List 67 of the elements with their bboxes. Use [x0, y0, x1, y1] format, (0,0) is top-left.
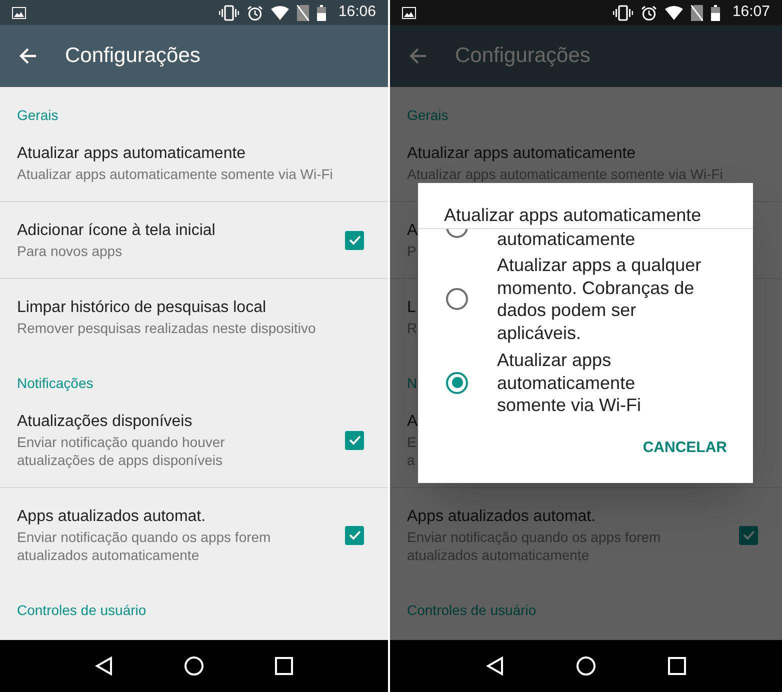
cancel-button[interactable]: CANCELAR — [634, 431, 735, 466]
home-icon[interactable] — [576, 656, 596, 676]
checkbox[interactable] — [345, 230, 364, 250]
screen-title: Configurações — [65, 43, 200, 70]
recents-icon[interactable] — [274, 657, 293, 675]
setting-row[interactable]: Atualizações disponíveis Enviar notificação quando houver atualizações de apps disponíveis — [0, 403, 388, 488]
checkbox[interactable] — [739, 526, 758, 544]
setting-title: A — [407, 412, 418, 432]
back-icon[interactable] — [95, 656, 114, 676]
check-icon — [348, 433, 362, 447]
section-header: Gerais — [17, 106, 58, 125]
setting-title: Atualizar apps automaticamente — [407, 144, 636, 164]
option-label[interactable]: Atualizar apps automaticamente somente via Wi-Fi — [497, 348, 705, 417]
image-icon — [12, 6, 26, 18]
section-header: Controles de usuário — [407, 601, 536, 620]
back-arrow-icon[interactable] — [408, 46, 428, 66]
section-header: N — [407, 374, 418, 393]
setting-title: Apps atualizados automat. — [17, 507, 206, 527]
checkbox[interactable] — [345, 430, 364, 450]
screen-title: Configurações — [455, 43, 590, 70]
setting-title: L — [407, 298, 416, 318]
setting-row[interactable]: Adicionar ícone à tela inicial Para novos apps — [0, 202, 388, 279]
back-arrow-icon[interactable] — [18, 46, 38, 66]
section-header: Notificações — [17, 374, 94, 393]
check-icon — [348, 528, 362, 542]
dialog-title: Atualizar apps automaticamente — [418, 183, 753, 229]
setting-summary: atualizações de apps disponíveis — [17, 451, 222, 469]
setting-summary: Enviar notificação quando houver — [17, 433, 225, 451]
checkbox[interactable] — [345, 526, 364, 544]
setting-row[interactable]: Apps atualizados automat. Enviar notificação quando os apps forem atualizados automaticamente — [0, 488, 388, 582]
wifi-icon — [271, 6, 290, 20]
radio-button[interactable] — [446, 372, 468, 394]
setting-title: Limpar histórico de pesquisas local — [17, 298, 266, 318]
setting-summary: Para novos apps — [17, 242, 122, 260]
setting-summary: Atualizar apps automaticamente somente via Wi-Fi — [17, 165, 333, 183]
check-icon — [742, 528, 756, 542]
back-icon[interactable] — [486, 656, 504, 676]
alarm-icon — [641, 4, 658, 20]
setting-summary: atualizados automaticamente — [17, 546, 200, 564]
home-icon[interactable] — [184, 656, 204, 676]
setting-title: Atualizar apps automaticamente — [17, 144, 246, 164]
alarm-icon — [247, 4, 264, 20]
option-label[interactable]: automaticamente — [497, 230, 705, 248]
battery-icon — [317, 4, 326, 20]
setting-title: Apps atualizados automat. — [407, 507, 596, 527]
radio-button[interactable] — [446, 288, 468, 310]
setting-title: Adicionar ícone à tela inicial — [17, 221, 216, 241]
option-label[interactable]: Atualizar apps a qualquer momento. Cobranças de dados podem ser aplicáveis. — [497, 254, 705, 345]
sim-icon — [297, 4, 310, 20]
status-time: 16:06 — [338, 2, 376, 22]
setting-row[interactable]: Limpar histórico de pesquisas local Remover pesquisas realizadas neste dispositivo — [0, 279, 388, 355]
check-icon — [348, 233, 362, 247]
setting-row[interactable]: Atualizar apps automaticamente Atualizar apps automaticamente somente via Wi-Fi — [0, 135, 388, 202]
setting-summary: Remover pesquisas realizadas neste dispositivo — [17, 319, 316, 337]
setting-title: Atualizações disponíveis — [17, 412, 192, 432]
status-time: 16:07 — [732, 2, 770, 22]
wifi-icon — [665, 6, 684, 20]
sim-icon — [691, 4, 704, 20]
section-header: Controles de usuário — [17, 601, 146, 620]
vibrate-icon — [219, 4, 240, 20]
setting-summary: Enviar notificação quando os apps forem — [17, 528, 271, 546]
section-header: Gerais — [407, 106, 448, 125]
battery-icon — [711, 4, 720, 20]
vibrate-icon — [613, 4, 634, 20]
recents-icon[interactable] — [668, 657, 686, 675]
image-icon — [402, 6, 416, 18]
setting-title: A — [407, 221, 418, 241]
